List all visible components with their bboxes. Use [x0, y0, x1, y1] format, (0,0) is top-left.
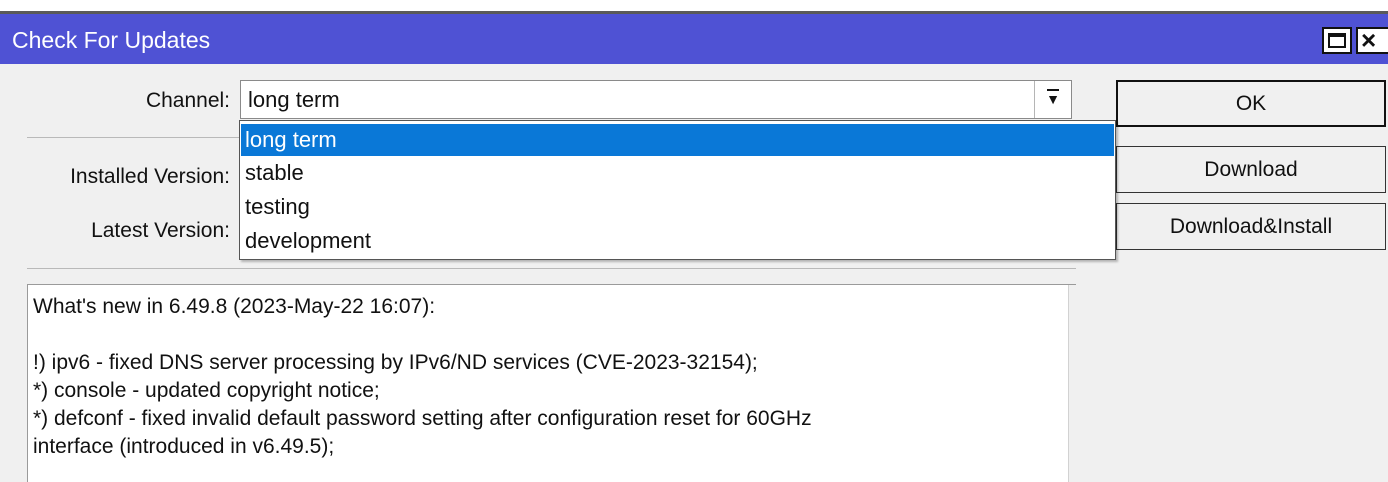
changelog-line [33, 321, 1033, 349]
download-install-button[interactable]: Download&Install [1116, 203, 1386, 250]
changelog-text: What's new in 6.49.8 (2023-May-22 16:07)… [33, 293, 1033, 461]
changelog-line: !) ipv6 - fixed DNS server processing by… [33, 351, 758, 374]
changelog-line: *) console - updated copyright notice; [33, 379, 380, 402]
title-bar[interactable]: Check For Updates × [0, 14, 1388, 64]
channel-dropdown-list: long term stable testing development [239, 120, 1116, 260]
changelog-line: What's new in 6.49.8 (2023-May-22 16:07)… [33, 295, 436, 318]
ok-button[interactable]: OK [1116, 80, 1386, 127]
separator-bottom [27, 268, 1076, 269]
close-icon: × [1361, 27, 1377, 54]
window-title: Check For Updates [12, 27, 211, 53]
dropdown-option-stable[interactable]: stable [241, 157, 1114, 189]
changelog-scrollbar[interactable] [1068, 285, 1076, 482]
dropdown-option-development[interactable]: development [241, 225, 1114, 257]
dropdown-option-long-term[interactable]: long term [241, 124, 1114, 156]
installed-version-label: Installed Version: [70, 165, 230, 188]
changelog-textarea[interactable]: What's new in 6.49.8 (2023-May-22 16:07)… [27, 284, 1076, 482]
download-button[interactable]: Download [1116, 146, 1386, 193]
channel-select-value: long term [248, 87, 340, 112]
dropdown-option-testing[interactable]: testing [241, 191, 1114, 223]
close-button[interactable]: × [1356, 27, 1388, 54]
channel-select[interactable]: long term ▼ [240, 80, 1072, 119]
latest-version-label: Latest Version: [91, 219, 230, 242]
maximize-button[interactable] [1322, 27, 1352, 54]
maximize-icon [1328, 33, 1346, 48]
dropdown-arrow-icon[interactable]: ▼ [1034, 81, 1071, 118]
check-for-updates-window: Check For Updates × Channel: long term ▼… [0, 0, 1388, 482]
separator-top [27, 137, 239, 138]
channel-label: Channel: [145, 89, 230, 112]
changelog-line: *) defconf - fixed invalid default passw… [33, 407, 812, 430]
changelog-line: interface (introduced in v6.49.5); [33, 435, 335, 458]
